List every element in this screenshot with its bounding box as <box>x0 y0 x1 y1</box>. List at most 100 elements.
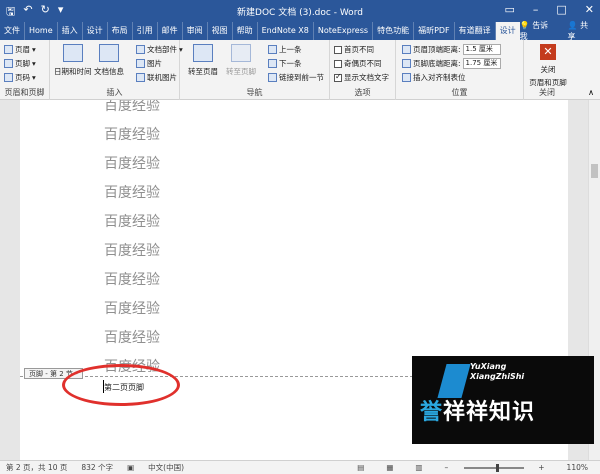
goto-footer-icon <box>231 44 251 62</box>
next-icon <box>268 59 277 68</box>
group-insert: 日期和时间 文档信息 文档部件 ▾ 图片 联机图片 插入 <box>50 40 183 100</box>
picture-icon <box>136 59 145 68</box>
link-icon <box>268 73 277 82</box>
tab-layout[interactable]: 布局 <box>108 22 133 40</box>
footer-bottom-distance: 页脚底端距离: 1.75 厘米 <box>402 58 501 69</box>
group-label: 插入 <box>106 88 123 97</box>
tab-view[interactable]: 视图 <box>208 22 233 40</box>
text-line: 百度经验 <box>104 330 160 346</box>
insert-alignment-tab-button[interactable]: 插入对齐制表位 <box>402 72 466 83</box>
footer-icon <box>4 59 13 68</box>
tab-file[interactable]: 文件 <box>0 22 25 40</box>
ribbon-display-icon[interactable]: ▭ <box>504 3 514 16</box>
page-number-button[interactable]: 页码 ▾ <box>4 72 36 83</box>
header-button[interactable]: 页眉 ▾ <box>4 44 36 55</box>
zoom-in-icon[interactable]: + <box>538 463 544 472</box>
group-label: 导航 <box>246 88 263 97</box>
close-header-footer-button[interactable]: ✕ 关闭 页眉和页脚 <box>526 44 570 88</box>
doc-info-button[interactable]: 文档信息 <box>94 44 124 77</box>
tab-special[interactable]: 特色功能 <box>373 22 415 40</box>
text-line: 百度经验 <box>104 156 160 172</box>
group-label: 关闭 <box>539 88 555 97</box>
header-distance-icon <box>402 45 411 54</box>
word-count[interactable]: 832 个字 <box>81 462 113 473</box>
header-distance-input[interactable]: 1.5 厘米 <box>462 44 501 55</box>
close-icon[interactable]: ✕ <box>585 3 594 16</box>
date-time-button[interactable]: 日期和时间 <box>54 44 92 77</box>
text-line: 百度经验 <box>104 214 160 230</box>
tab-insert[interactable]: 插入 <box>58 22 83 40</box>
tab-header-footer-design[interactable]: 设计 <box>495 22 520 40</box>
text-line: 百度经验 <box>104 127 160 143</box>
tab-design[interactable]: 设计 <box>83 22 108 40</box>
tab-endnote[interactable]: EndNote X8 <box>258 22 314 40</box>
header-icon <box>4 45 13 54</box>
print-layout-icon[interactable]: ▦ <box>386 463 393 472</box>
pictures-button[interactable]: 图片 <box>136 58 162 69</box>
text-line: 百度经验 <box>104 243 160 259</box>
collapse-ribbon-icon[interactable]: ∧ <box>588 88 594 97</box>
text-line: 百度经验 <box>104 272 160 288</box>
page-count[interactable]: 第 2 页，共 10 页 <box>6 462 67 473</box>
text-line: 百度经验 <box>104 100 160 114</box>
quick-parts-button[interactable]: 文档部件 ▾ <box>136 44 183 55</box>
red-highlight-circle <box>62 364 180 406</box>
group-label: 页眉和页脚 <box>4 88 45 97</box>
tab-mailings[interactable]: 邮件 <box>158 22 183 40</box>
close-x-icon: ✕ <box>540 44 556 60</box>
calendar-icon <box>62 44 83 62</box>
show-document-text-checkbox[interactable]: 显示文档文字 <box>334 72 389 83</box>
footer-distance-input[interactable]: 1.75 厘米 <box>462 58 501 69</box>
text-line: 百度经验 <box>104 185 160 201</box>
online-picture-icon <box>136 73 145 82</box>
footer-button[interactable]: 页脚 ▾ <box>4 58 36 69</box>
group-navigation: 转至页眉 转至页脚 上一条 下一条 链接到前一节 导航 <box>180 40 330 100</box>
goto-header-button[interactable]: 转至页眉 <box>188 44 218 77</box>
share-button[interactable]: 👤 共享 <box>568 20 594 42</box>
next-button[interactable]: 下一条 <box>268 58 302 69</box>
group-header-footer: 页眉 ▾ 页脚 ▾ 页码 ▾ 页眉和页脚 <box>0 40 50 100</box>
doc-info-icon <box>99 44 119 62</box>
link-to-previous-button[interactable]: 链接到前一节 <box>268 72 324 83</box>
zoom-level[interactable]: 110% <box>567 463 588 472</box>
tab-youdao[interactable]: 有道翻译 <box>455 22 496 40</box>
goto-header-icon <box>193 44 213 62</box>
tab-noteexpress[interactable]: NoteExpress <box>314 22 374 40</box>
ribbon-tabs: 文件 Home 插入 设计 布局 引用 邮件 审阅 视图 帮助 EndNote … <box>0 20 600 42</box>
group-position: 页眉顶端距离: 1.5 厘米 页脚底端距离: 1.75 厘米 插入对齐制表位 位置 <box>396 40 524 100</box>
previous-icon <box>268 45 277 54</box>
web-layout-icon[interactable]: ▥ <box>415 463 422 472</box>
alignment-tab-icon <box>402 73 411 82</box>
footer-distance-icon <box>402 59 411 68</box>
tab-home[interactable]: Home <box>25 22 58 40</box>
scroll-thumb[interactable] <box>591 164 598 178</box>
zoom-slider[interactable] <box>464 463 525 472</box>
group-label: 位置 <box>451 88 468 97</box>
online-pictures-button[interactable]: 联机图片 <box>136 72 177 83</box>
tab-review[interactable]: 审阅 <box>183 22 208 40</box>
quick-parts-icon <box>136 45 145 54</box>
header-top-distance: 页眉顶端距离: 1.5 厘米 <box>402 44 501 55</box>
group-options: 首页不同 奇偶页不同 显示文档文字 选项 <box>330 40 396 100</box>
proofing-icon[interactable]: ▣ <box>127 463 134 472</box>
watermark-logo: YuXiang XiangZhiShi 誉祥祥知识 <box>412 356 594 444</box>
body-text[interactable]: 百度经验 百度经验 百度经验 百度经验 百度经验 百度经验 百度经验 百度经验 … <box>104 100 160 382</box>
tab-foxit-pdf[interactable]: 福昕PDF <box>414 22 455 40</box>
previous-button[interactable]: 上一条 <box>268 44 302 55</box>
group-label: 选项 <box>354 88 371 97</box>
different-odd-even-checkbox[interactable]: 奇偶页不同 <box>334 58 382 69</box>
tab-help[interactable]: 帮助 <box>233 22 258 40</box>
zoom-out-icon[interactable]: – <box>445 463 449 472</box>
language[interactable]: 中文(中国) <box>148 462 184 473</box>
different-first-page-checkbox[interactable]: 首页不同 <box>334 44 374 55</box>
read-mode-icon[interactable]: ▤ <box>357 463 364 472</box>
goto-footer-button[interactable]: 转至页脚 <box>226 44 256 77</box>
logo-bar <box>437 364 471 398</box>
minimize-icon[interactable]: – <box>533 3 539 16</box>
text-line: 百度经验 <box>104 301 160 317</box>
maximize-icon[interactable]: □ <box>556 3 566 16</box>
tab-references[interactable]: 引用 <box>133 22 158 40</box>
status-bar: 第 2 页，共 10 页 832 个字 ▣ 中文(中国) ▤ ▦ ▥ – + 1… <box>0 460 600 474</box>
tell-me[interactable]: 💡 告诉我 <box>520 20 554 42</box>
page-number-icon <box>4 73 13 82</box>
